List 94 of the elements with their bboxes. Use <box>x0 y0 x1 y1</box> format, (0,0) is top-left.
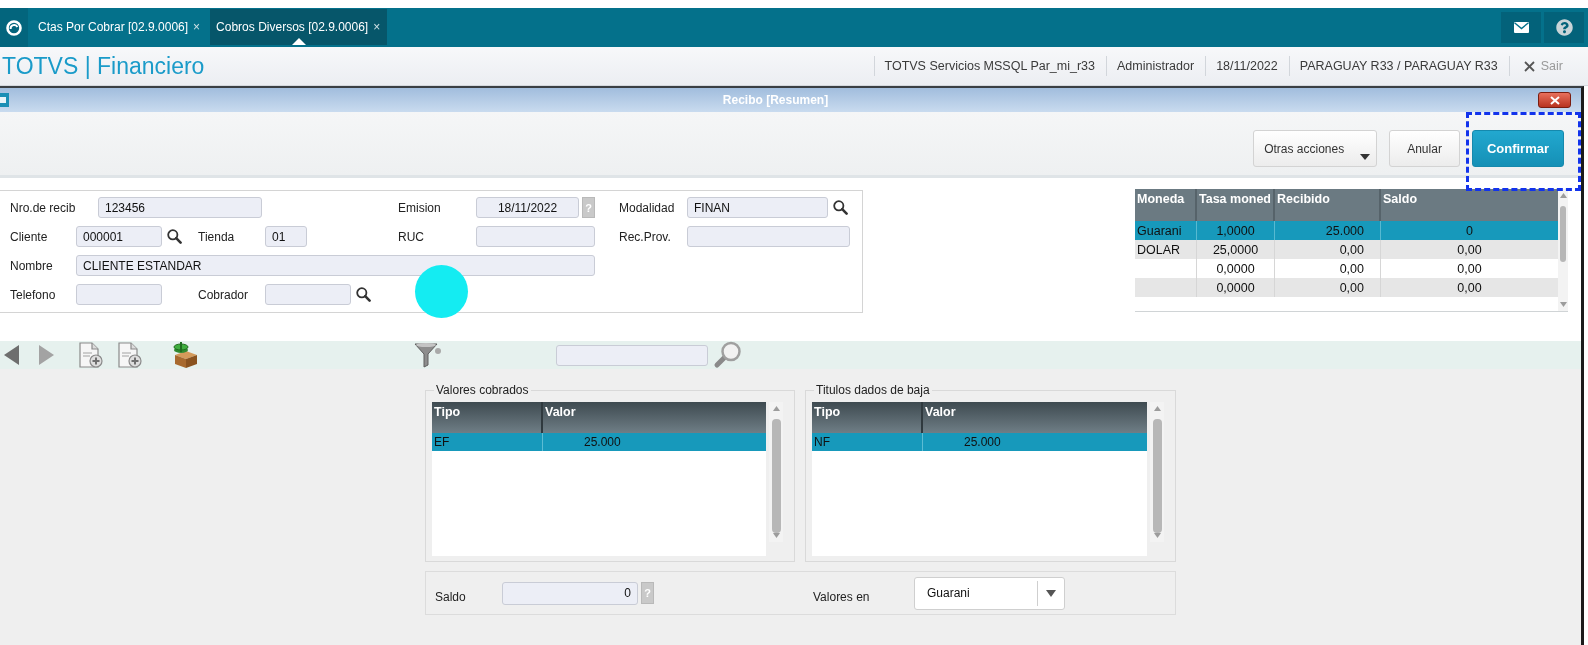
field-label: Emision <box>398 200 442 215</box>
column-header[interactable]: Tasa moned <box>1197 189 1275 221</box>
group-title: Valores cobrados <box>434 383 531 397</box>
menu-button[interactable]: Otras acciones <box>1253 130 1378 167</box>
field-label: Nombre <box>10 258 54 273</box>
search-icon[interactable] <box>833 200 848 215</box>
input-field[interactable]: FINAN <box>687 197 828 218</box>
help-icon <box>1555 19 1573 36</box>
table-row[interactable]: 0,0000 0,00 0,00 <box>1135 278 1558 297</box>
scroll-down-arrow-icon[interactable] <box>1559 302 1567 307</box>
table-row[interactable]: Guarani 1,0000 25.000 0 <box>1135 221 1558 240</box>
scroll-up-arrow-icon[interactable] <box>1153 406 1161 411</box>
column-header[interactable]: Valor <box>923 402 1147 433</box>
input-field[interactable] <box>476 226 595 247</box>
input-field[interactable] <box>687 226 850 247</box>
field-label: Telefono <box>10 287 57 302</box>
scrollbar-track[interactable] <box>1150 402 1164 542</box>
table-cell-text: 0,00 <box>1456 279 1483 297</box>
table-cell-text: 0,00 <box>1456 260 1483 278</box>
field-label: Nro.de recib <box>10 200 77 215</box>
table-cell: 0,0000 <box>1197 278 1275 297</box>
search-icon[interactable] <box>167 229 182 244</box>
window-icon <box>0 93 9 107</box>
group-title: Titulos dados de baja <box>814 383 932 397</box>
next-arrow-icon[interactable] <box>39 345 54 365</box>
scrollbar-thumb[interactable] <box>1560 206 1566 262</box>
scrollbar-track[interactable] <box>1558 189 1568 311</box>
table-row[interactable]: NF 25.000 <box>812 433 1147 451</box>
scroll-up-arrow-icon[interactable] <box>1559 193 1567 198</box>
caret-icon <box>1360 154 1371 160</box>
column-header[interactable]: Valor <box>543 402 766 433</box>
help-button[interactable] <box>1544 12 1584 43</box>
column-header[interactable]: Tipo <box>432 402 543 433</box>
field-label: Cobrador <box>198 287 250 302</box>
session-info: 18/11/2022 <box>1205 56 1289 76</box>
search-field[interactable] <box>556 344 708 366</box>
field-label: Valores en <box>813 589 871 604</box>
session-info: TOTVS Servicios MSSQL Par_mi_r33 <box>873 56 1106 76</box>
caret-icon <box>1046 589 1056 597</box>
field-label: Tienda <box>198 229 236 244</box>
action-button[interactable]: Anular <box>1389 130 1460 167</box>
scrollbar-track[interactable] <box>769 402 783 542</box>
input-field[interactable]: 0 <box>502 581 638 605</box>
table-cell: EF <box>432 433 543 451</box>
table-row[interactable]: DOLAR 25,0000 0,00 0,00 <box>1135 240 1558 259</box>
close-button[interactable] <box>1538 92 1571 108</box>
document-plus-icon[interactable] <box>78 342 103 368</box>
cash-box-icon[interactable] <box>171 341 199 369</box>
table-cell: 0,00 <box>1275 278 1381 297</box>
session-info: Administrador <box>1106 56 1206 76</box>
tab[interactable]: Cobros Diversos [02.9.0006] × <box>210 9 388 45</box>
document-plus-icon[interactable] <box>117 342 142 368</box>
scrollbar-thumb[interactable] <box>771 419 781 533</box>
field-label: Modalidad <box>619 200 676 215</box>
column-header[interactable]: Tipo <box>812 402 923 433</box>
dialog-title: Recibo [Resumen] <box>722 93 830 107</box>
currency-select[interactable]: Guarani <box>914 576 1065 610</box>
filter-icon[interactable] <box>414 342 442 368</box>
input-field[interactable]: 01 <box>265 226 307 247</box>
input-field[interactable]: 123456 <box>98 197 262 218</box>
field-label: RUC <box>398 229 425 244</box>
table-row[interactable]: EF 25.000 <box>432 433 766 451</box>
tab-close[interactable]: × <box>193 20 201 34</box>
scroll-down-arrow-icon[interactable] <box>772 533 780 538</box>
table-cell-text: 0,00 <box>1456 241 1483 259</box>
mail-icon <box>1513 22 1529 33</box>
table-cell-text: 25.000 <box>963 434 1002 451</box>
close-icon <box>1523 60 1535 72</box>
column-header[interactable]: Moneda <box>1135 189 1197 221</box>
tab-close[interactable]: × <box>373 20 381 34</box>
table-cell-text: 25.000 <box>583 434 622 451</box>
table-cell-text: 0 <box>1465 222 1474 240</box>
input-field[interactable]: CLIENTE ESTANDAR <box>76 255 595 276</box>
scroll-up-arrow-icon[interactable] <box>772 406 780 411</box>
field-label: Saldo <box>435 589 467 604</box>
scrollbar-thumb[interactable] <box>1152 419 1162 533</box>
input-field[interactable] <box>76 284 162 305</box>
logo-icon[interactable] <box>0 8 28 47</box>
close-icon <box>1549 95 1560 105</box>
table-cell: NF <box>812 433 923 451</box>
mail-button[interactable] <box>1501 12 1541 43</box>
scroll-down-arrow-icon[interactable] <box>1153 533 1161 538</box>
input-field[interactable]: 000001 <box>76 226 162 247</box>
previous-arrow-icon[interactable] <box>4 345 19 365</box>
field-label: Rec.Prov. <box>619 229 672 244</box>
tab[interactable]: Ctas Por Cobrar [02.9.0006] × <box>32 9 208 45</box>
session-info: PARAGUAY R33 / PARAGUAY R33 <box>1288 56 1509 76</box>
field-label: Cliente <box>10 229 49 244</box>
column-header[interactable]: Saldo <box>1381 189 1558 221</box>
column-header[interactable]: Recibido <box>1275 189 1381 221</box>
input-field[interactable]: 18/11/2022 <box>476 197 579 218</box>
input-field[interactable] <box>265 284 351 305</box>
search-icon[interactable] <box>356 287 371 302</box>
app-title: TOTVS | Financiero <box>1 52 206 80</box>
